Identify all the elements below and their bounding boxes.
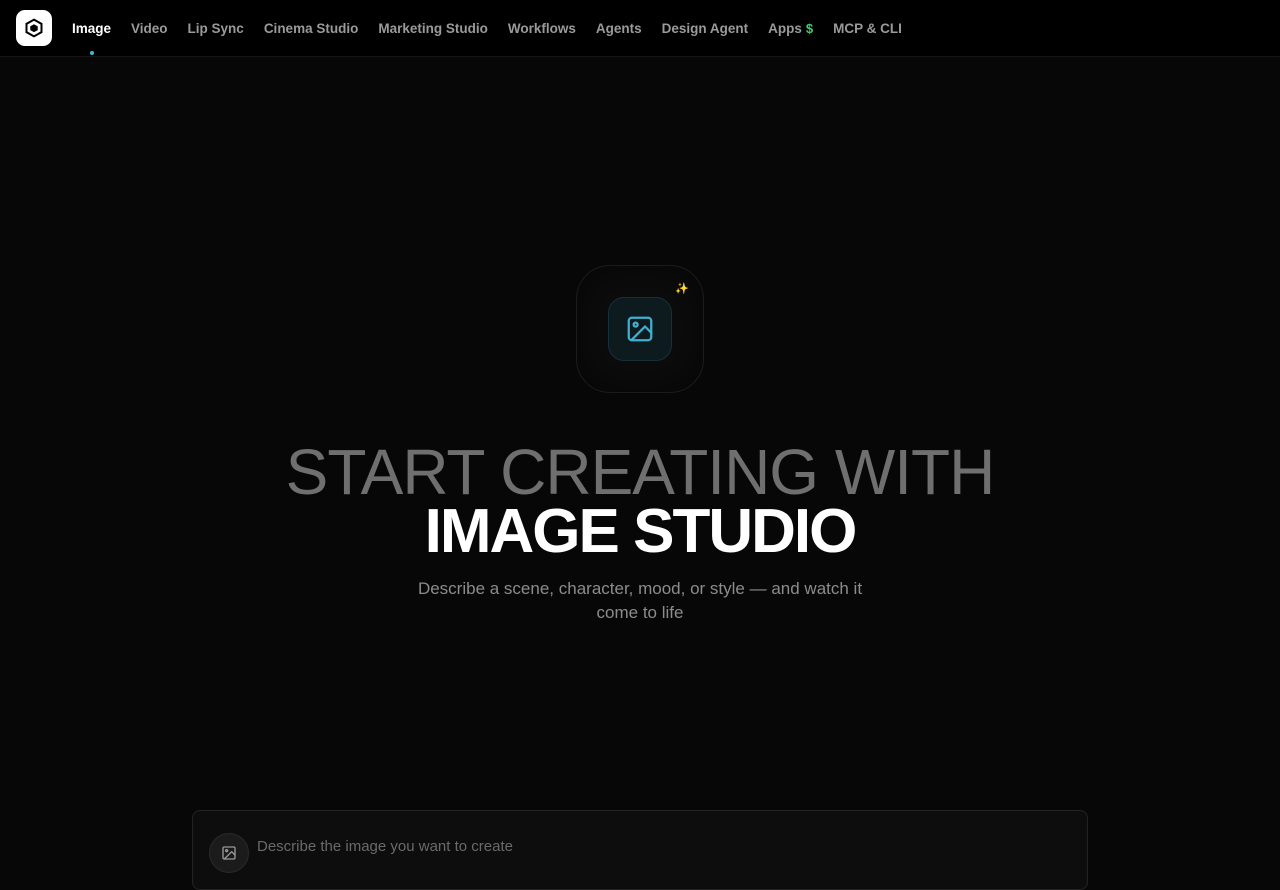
sparkle-icon: ✨ bbox=[675, 283, 689, 295]
nav-item-design-agent[interactable]: Design Agent bbox=[652, 0, 759, 56]
nav-item-mcp-cli[interactable]: MCP & CLI bbox=[823, 0, 912, 56]
nav-item-label: Image bbox=[72, 20, 112, 36]
nav-item-agents[interactable]: Agents bbox=[586, 0, 652, 56]
hero-headline-line1: START CREATING WITH bbox=[285, 436, 996, 508]
hero-icon-card: ✨ bbox=[576, 265, 704, 393]
nav-item-label: Lip Sync bbox=[187, 20, 244, 36]
nav-item-apps[interactable]: Apps $ bbox=[758, 0, 823, 56]
nav-item-marketing-studio[interactable]: Marketing Studio bbox=[368, 0, 498, 56]
nav-item-cinema-studio[interactable]: Cinema Studio bbox=[254, 0, 369, 56]
nav-item-label: Video bbox=[131, 20, 168, 36]
prompt-input[interactable] bbox=[257, 835, 1057, 857]
nav-item-label: Agents bbox=[595, 20, 642, 36]
nav-item-image[interactable]: Image bbox=[62, 0, 121, 56]
nav-item-workflows[interactable]: Workflows bbox=[498, 0, 586, 56]
logo-icon bbox=[25, 18, 43, 38]
nav-item-video[interactable]: Video bbox=[121, 0, 178, 56]
hero-headline-line2: IMAGE STUDIO bbox=[424, 497, 858, 566]
nav-item-lip-sync[interactable]: Lip Sync bbox=[178, 0, 254, 56]
nav-item-label: MCP & CLI bbox=[833, 20, 902, 36]
main-nav: Image Video Lip Sync Cinema Studio Marke… bbox=[62, 0, 912, 56]
hero-subtitle: Describe a scene, character, mood, or st… bbox=[417, 579, 863, 622]
app-logo[interactable] bbox=[16, 10, 52, 46]
image-upload-icon bbox=[222, 846, 236, 860]
dollar-icon: $ bbox=[805, 20, 814, 36]
nav-item-label: Cinema Studio bbox=[263, 20, 359, 36]
prompt-box bbox=[192, 810, 1088, 890]
image-icon bbox=[627, 316, 653, 342]
hero-icon-tile bbox=[608, 297, 672, 361]
active-indicator-dot bbox=[89, 51, 94, 55]
nav-item-label: Workflows bbox=[507, 20, 576, 36]
nav-item-label: Design Agent bbox=[661, 20, 749, 36]
attach-image-button[interactable] bbox=[209, 833, 249, 873]
nav-item-label: Apps bbox=[768, 20, 802, 36]
nav-item-label: Marketing Studio bbox=[378, 20, 488, 36]
top-nav-bar: Image Video Lip Sync Cinema Studio Marke… bbox=[0, 0, 1280, 57]
